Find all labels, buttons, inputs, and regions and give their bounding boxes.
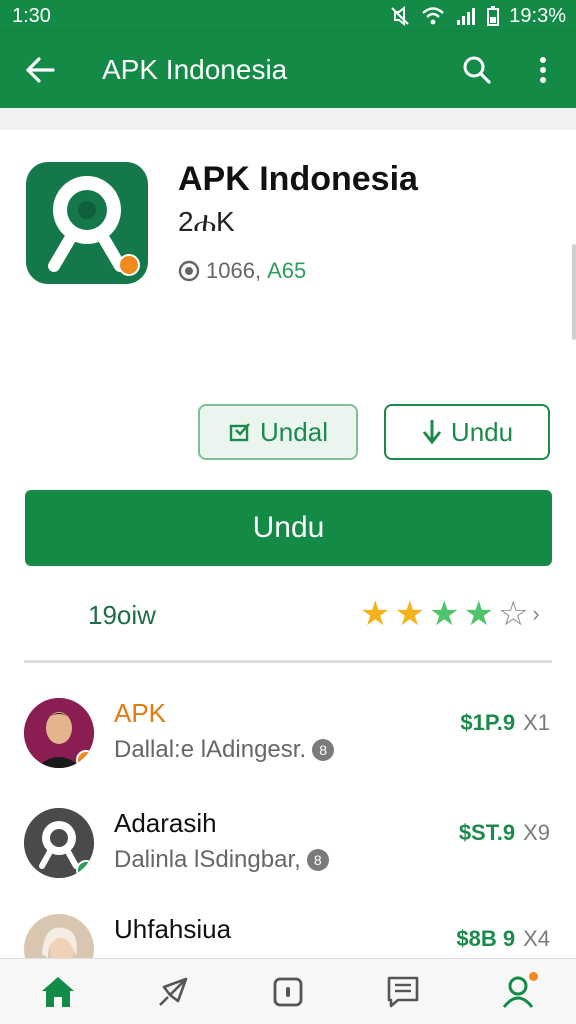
star-icon: ★	[394, 595, 425, 633]
list-item-subtitle-text: Dallal:e lAdingesr.	[114, 736, 307, 763]
download-arrow-icon	[422, 420, 442, 445]
avatar-badge	[76, 750, 94, 768]
chevron-right-icon: ›	[532, 601, 540, 626]
signal-icon	[457, 8, 476, 25]
rating-count: 19oiw	[88, 600, 156, 630]
app-bar: APK Indonesia	[0, 32, 576, 108]
primary-button-label: Undu	[252, 511, 325, 544]
info-icon: 8	[312, 739, 335, 761]
secondary-button-2[interactable]: Undu	[384, 404, 550, 460]
price-multiplier: X4	[523, 926, 550, 951]
price-value: $ST.9	[458, 820, 516, 845]
install-box-icon	[229, 423, 250, 442]
mute-icon	[391, 6, 409, 26]
avatar	[24, 808, 94, 878]
app-downloads: 1066, A65	[178, 258, 306, 284]
list-item-subtitle-text: Dalinla lSdingbar,	[114, 846, 301, 873]
home-icon	[41, 976, 74, 1007]
nav-rocket[interactable]	[143, 962, 203, 1022]
download-count-icon	[178, 260, 200, 282]
star-outline-icon: ☆	[497, 595, 529, 633]
downloads-prefix: 1066,	[206, 258, 262, 283]
rocket-icon	[158, 977, 188, 1006]
app-size: 2ሐK	[178, 206, 235, 237]
price-multiplier: X9	[523, 820, 550, 845]
app-icon	[26, 162, 148, 284]
chat-icon	[387, 976, 419, 1007]
nav-messages[interactable]	[373, 962, 433, 1022]
list-item-title: Uhfahsiua	[114, 914, 232, 944]
notification-dot	[529, 971, 539, 981]
square-icon	[273, 977, 303, 1006]
bottom-navigation	[0, 958, 576, 1024]
avatar	[24, 698, 94, 768]
battery-icon	[487, 6, 500, 26]
secondary-button-1-label: Undal	[260, 416, 328, 447]
battery-percent: 19:3%	[509, 4, 566, 27]
scrollbar[interactable]	[572, 244, 576, 340]
back-button[interactable]	[0, 32, 80, 108]
primary-download-button[interactable]: Undu	[25, 490, 552, 566]
secondary-button-1[interactable]: Undal	[198, 404, 358, 460]
wifi-icon	[422, 7, 445, 25]
back-arrow-icon	[26, 57, 55, 83]
list-item[interactable]: APK Dallal:e lAdingesr. 8 $1P.9 X1	[0, 698, 576, 808]
star-rating[interactable]: ★ ★ ★ ★ ☆ ›	[360, 596, 540, 632]
list-item[interactable]: Adarasih Dalinla lSdingbar, 8 $ST.9 X9	[0, 808, 576, 918]
section-divider	[24, 660, 552, 663]
price-multiplier: X1	[523, 710, 550, 735]
list-item-subtitle: Dalinla lSdingbar, 8	[114, 846, 329, 874]
more-options-button[interactable]	[510, 32, 576, 108]
status-time: 1:30	[12, 4, 51, 27]
header-divider	[0, 108, 576, 130]
nav-home[interactable]	[28, 962, 88, 1022]
status-bar: 1:30 19:3%	[0, 0, 576, 32]
list-item-price: $ST.9 X9	[459, 820, 550, 846]
list-item-price: $1P.9 X1	[460, 710, 550, 736]
secondary-button-2-label: Undu	[450, 416, 514, 447]
app-name: APK Indonesia	[178, 160, 418, 198]
avatar-badge	[76, 860, 94, 878]
search-icon	[463, 56, 491, 84]
price-value: $1P.9	[460, 710, 516, 735]
nav-square[interactable]	[258, 962, 318, 1022]
star-icon: ★	[463, 595, 494, 633]
price-value: $8B 9	[456, 926, 516, 951]
status-icons: 19:3%	[389, 5, 566, 28]
nav-profile[interactable]	[488, 962, 548, 1022]
search-button[interactable]	[444, 32, 510, 108]
downloads-suffix: A65	[267, 258, 307, 283]
star-icon: ★	[360, 595, 391, 633]
list-item-title: Adarasih	[114, 808, 217, 838]
list-item-price: $8B 9 X4	[456, 926, 550, 952]
more-vert-icon	[540, 57, 546, 83]
star-icon: ★	[428, 595, 460, 633]
app-icon-badge	[118, 254, 140, 276]
list-item-subtitle: Dallal:e lAdingesr. 8	[114, 736, 335, 764]
info-icon: 8	[306, 849, 329, 871]
app-bar-title: APK Indonesia	[102, 54, 288, 85]
list-item-title: APK	[114, 698, 167, 728]
